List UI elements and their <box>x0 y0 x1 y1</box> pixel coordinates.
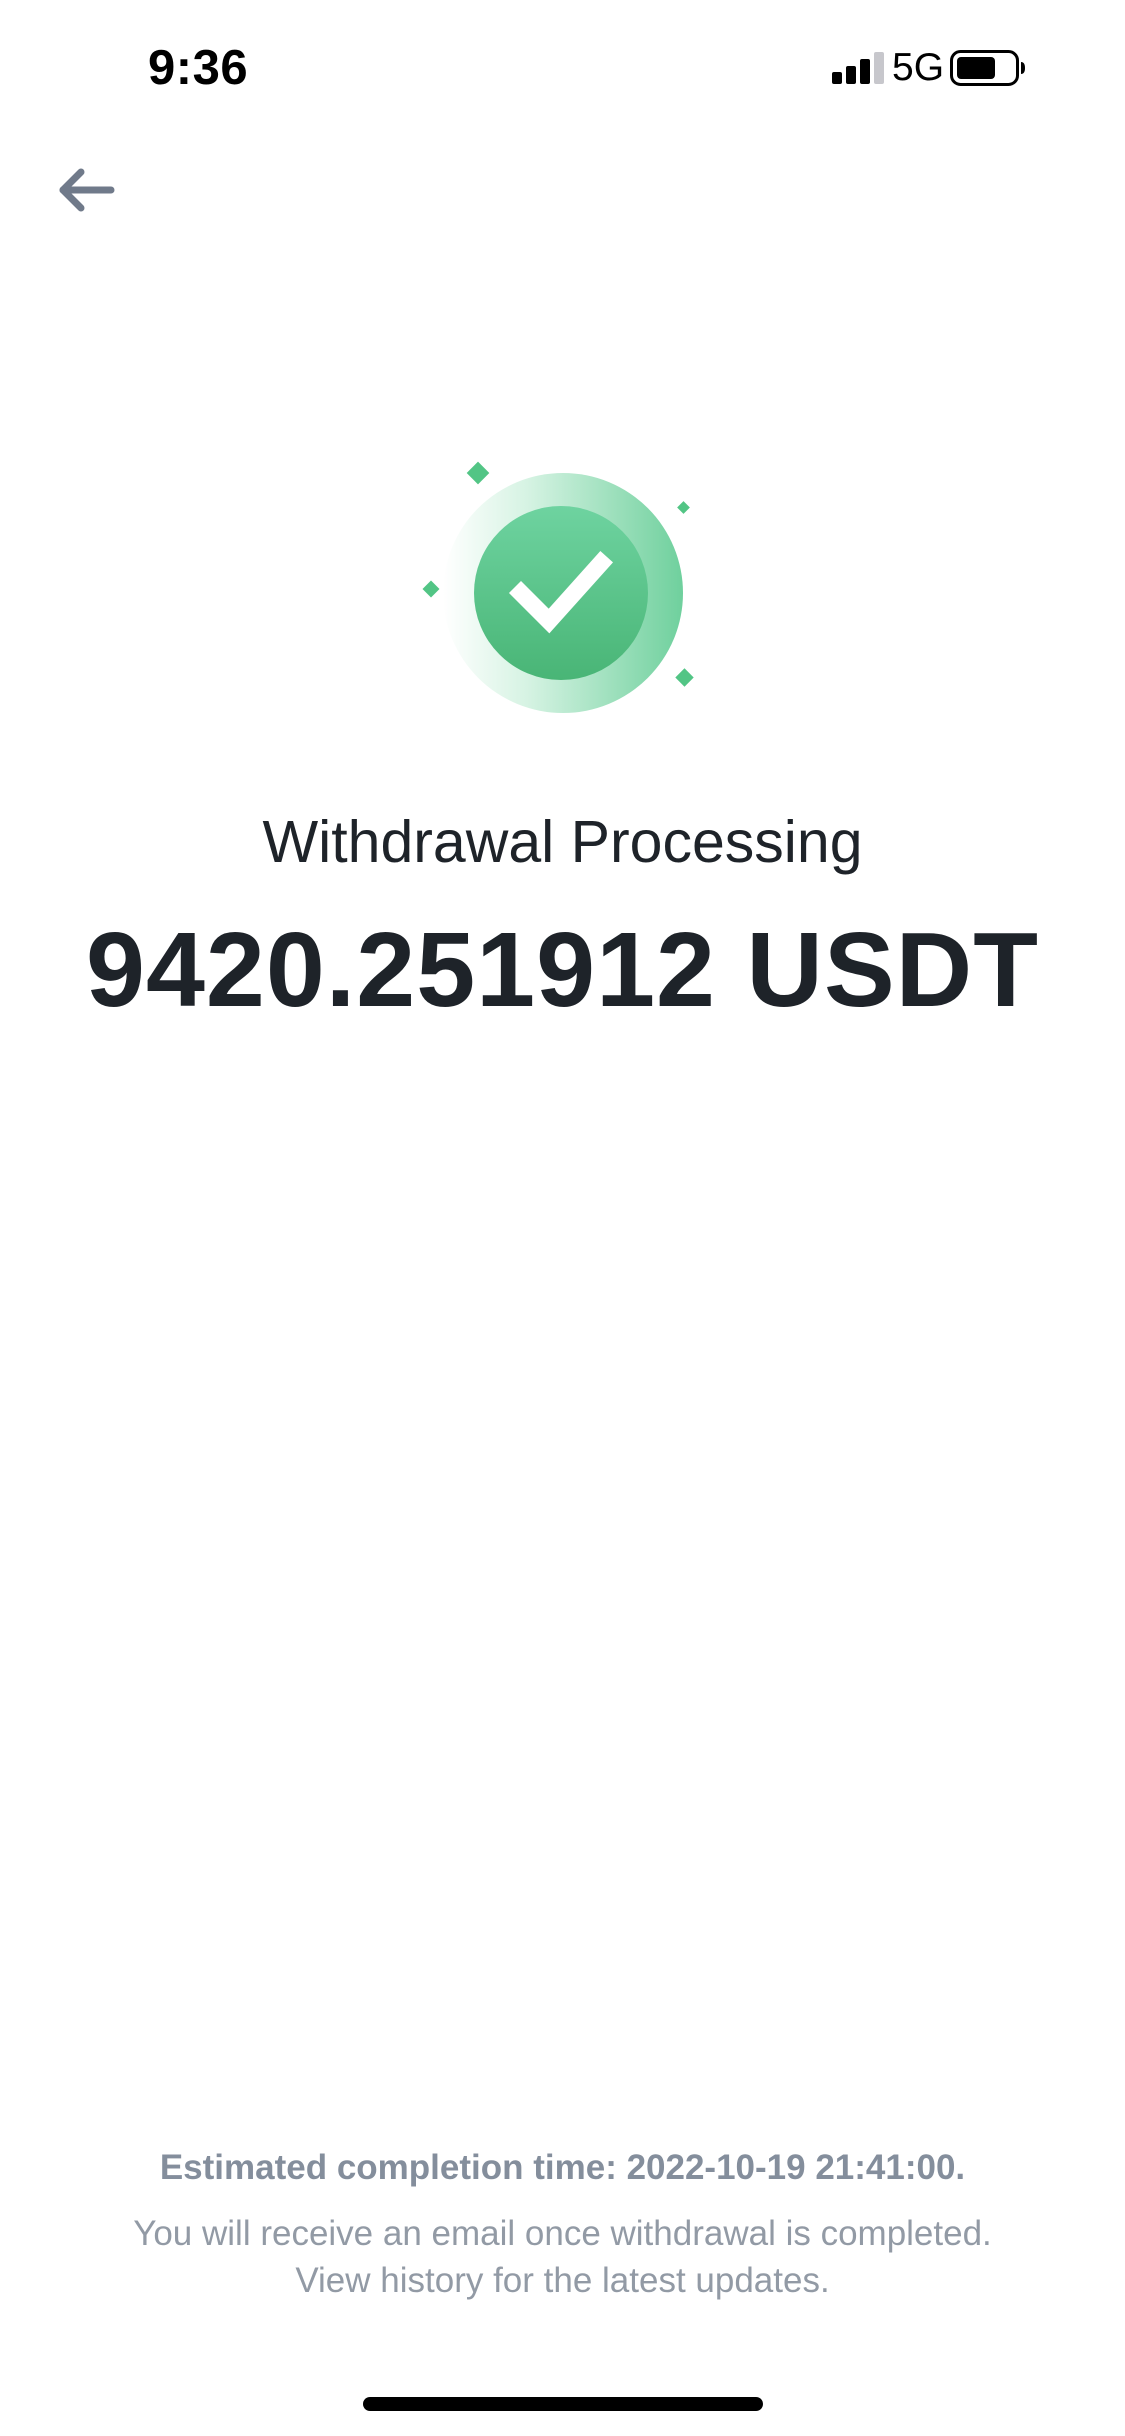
withdrawal-amount: 9420.251912 USDT <box>86 911 1039 1029</box>
status-bar: 9:36 5G <box>0 0 1125 132</box>
check-circle-icon <box>422 461 694 713</box>
network-label: 5G <box>892 46 945 89</box>
back-button[interactable] <box>40 150 130 230</box>
withdrawal-notice: You will receive an email once withdrawa… <box>0 2210 1125 2304</box>
status-time: 9:36 <box>148 41 249 95</box>
estimated-completion-time: Estimated completion time: 2022-10-19 21… <box>159 2148 966 2187</box>
result-title: Withdrawal Processing <box>262 809 863 875</box>
withdrawal-result-screen: 9:36 5G Withdrawal Processing 9420.25191… <box>0 0 1125 2436</box>
notice-line-email: You will receive an email once withdrawa… <box>133 2214 992 2253</box>
arrow-left-icon <box>59 168 115 212</box>
notice-line-history: View history for the latest updates. <box>295 2261 830 2300</box>
battery-icon <box>950 50 1025 86</box>
home-indicator[interactable] <box>363 2397 763 2411</box>
signal-icon <box>832 52 884 84</box>
